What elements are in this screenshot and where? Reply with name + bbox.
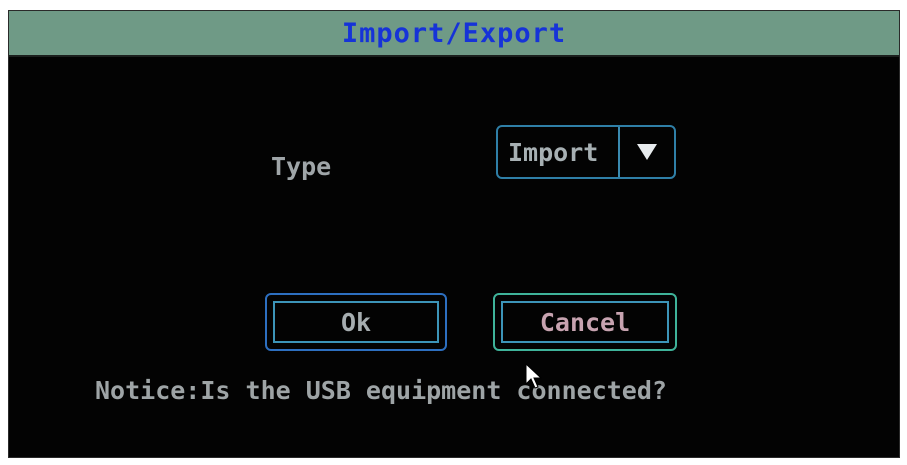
type-select-value: Import [498, 127, 620, 177]
import-export-dialog: Import/Export Type Import Ok Cancel Noti… [8, 10, 900, 458]
type-select-arrow-button[interactable] [620, 127, 674, 177]
triangle-down-icon [637, 144, 657, 160]
ok-button[interactable]: Ok [265, 293, 447, 351]
cancel-button-label: Cancel [501, 301, 669, 343]
cancel-button[interactable]: Cancel [493, 293, 677, 351]
dialog-title: Import/Export [341, 17, 567, 49]
screen: Import/Export Type Import Ok Cancel Noti… [0, 0, 907, 465]
notice-text: Notice:Is the USB equipment connected? [95, 376, 667, 405]
ok-button-label: Ok [273, 301, 439, 343]
title-bar: Import/Export [9, 11, 899, 57]
mouse-pointer-icon [525, 363, 543, 389]
type-label: Type [271, 152, 332, 181]
type-select[interactable]: Import [496, 125, 676, 179]
